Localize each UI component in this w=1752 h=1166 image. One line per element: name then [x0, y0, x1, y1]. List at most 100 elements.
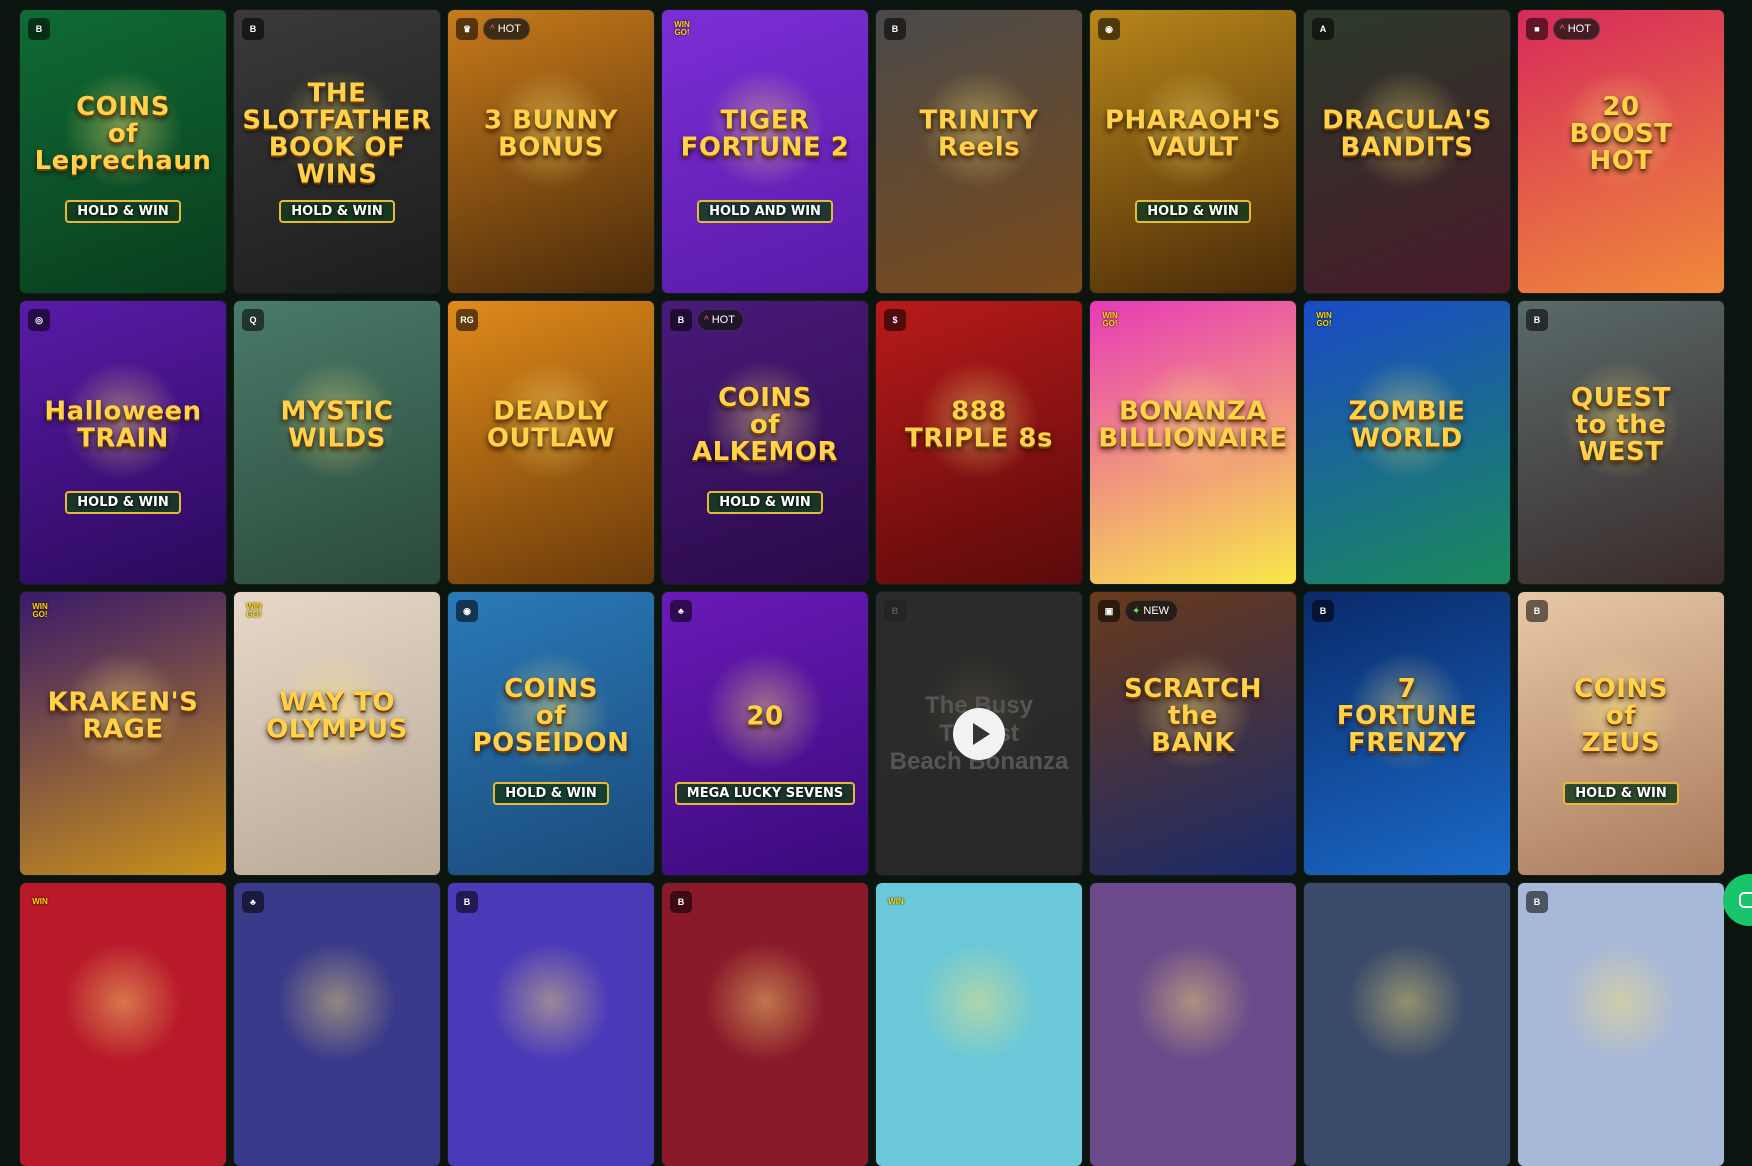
game-subtitle: HOLD & WIN: [448, 781, 654, 805]
tile-badges: ◉: [456, 600, 478, 622]
game-tile[interactable]: B 7 FORTUNE FRENZY: [1304, 592, 1510, 875]
game-artwork: [705, 941, 825, 1062]
game-tile[interactable]: ♣: [234, 883, 440, 1166]
game-artwork: [1347, 941, 1467, 1062]
provider-logo-icon: WIN: [32, 897, 48, 906]
game-tile[interactable]: WIN GO! WAY TO OLYMPUS: [234, 592, 440, 875]
game-title: DRACULA'S BANDITS: [1322, 105, 1492, 163]
tile-badges: WIN GO!: [242, 600, 266, 622]
tile-badges: WIN GO!: [670, 18, 694, 40]
game-title: TRINITY Reels: [919, 105, 1039, 163]
game-tile[interactable]: B ^ HOT COINS of ALKEMOR HOLD & WIN: [662, 301, 868, 584]
game-tile[interactable]: Q MYSTIC WILDS: [234, 301, 440, 584]
game-tile[interactable]: $888 TRIPLE 8s: [876, 301, 1082, 584]
tile-badges: ■ ^ HOT: [1526, 18, 1600, 40]
tile-badges: WIN: [884, 891, 908, 913]
game-tile[interactable]: B COINS of ZEUS HOLD & WIN: [1518, 592, 1724, 875]
game-tile[interactable]: WIN: [876, 883, 1082, 1166]
tile-badges: B: [456, 891, 478, 913]
game-tile[interactable]: WIN GO! ZOMBIE WORLD: [1304, 301, 1510, 584]
game-grid: B COINS of Leprechaun HOLD & WIN B THE SLOTF…: [20, 0, 1724, 1166]
game-tile[interactable]: WIN GO! KRAKEN'S RAGE: [20, 592, 226, 875]
tile-badges: B: [884, 18, 906, 40]
game-tile[interactable]: [1304, 883, 1510, 1166]
game-artwork: [277, 941, 397, 1062]
badge-label: NEW: [1143, 605, 1170, 617]
tile-badges: B: [884, 600, 906, 622]
play-button[interactable]: [953, 707, 1005, 760]
badge-label: HOT: [497, 23, 521, 35]
game-title: TIGER FORTUNE 2: [680, 105, 850, 163]
tile-badges: Q: [242, 309, 264, 331]
provider-logo-icon: Q: [242, 309, 264, 331]
game-tile[interactable]: [1090, 883, 1296, 1166]
provider-logo-icon: B: [670, 891, 692, 913]
tile-badges: B: [1526, 309, 1548, 331]
game-subtitle-label: HOLD & WIN: [65, 199, 181, 223]
game-tile[interactable]: B THE SLOTFATHER BOOK OF WINS HOLD & WIN: [234, 10, 440, 293]
game-tile[interactable]: B: [662, 883, 868, 1166]
game-tile[interactable]: B QUEST to the WEST: [1518, 301, 1724, 584]
game-subtitle: HOLD & WIN: [662, 490, 868, 514]
game-tile[interactable]: ◉ PHARAOH'S VAULT HOLD & WIN: [1090, 10, 1296, 293]
game-artwork: [1561, 941, 1681, 1062]
provider-logo-icon: ◉: [1098, 18, 1120, 40]
provider-logo-icon: WIN: [888, 897, 904, 906]
game-tile[interactable]: BThe Busy Tourist Beach Bonanza: [876, 592, 1082, 875]
game-title: 20: [746, 700, 784, 731]
game-title: 7 FORTUNE FRENZY: [1336, 673, 1478, 759]
provider-logo-icon: ◎: [28, 309, 50, 331]
game-title: COINS of ALKEMOR: [691, 382, 839, 468]
new-badge: ✦ NEW: [1125, 600, 1179, 622]
tile-badges: B: [1526, 891, 1548, 913]
provider-logo-icon: $: [884, 309, 906, 331]
game-tile[interactable]: ■ ^ HOT 20 BOOST HOT: [1518, 10, 1724, 293]
tile-badges: ▣ ✦ NEW: [1098, 600, 1179, 622]
game-tile[interactable]: WIN GO! BONANZA BILLIONAIRE: [1090, 301, 1296, 584]
flame-icon: ^: [704, 314, 709, 326]
game-tile[interactable]: B COINS of Leprechaun HOLD & WIN: [20, 10, 226, 293]
game-title: PHARAOH'S VAULT: [1104, 105, 1282, 163]
game-subtitle-label: HOLD & WIN: [1135, 199, 1251, 223]
sparkle-icon: ✦: [1132, 605, 1141, 617]
game-tile[interactable]: B: [448, 883, 654, 1166]
tile-badges: ◉: [1098, 18, 1120, 40]
game-tile[interactable]: ♣ 20 MEGA LUCKY SEVENS: [662, 592, 868, 875]
game-artwork: [919, 941, 1039, 1062]
tile-badges: RG: [456, 309, 478, 331]
game-tile[interactable]: ♛ ^ HOT 3 BUNNY BONUS: [448, 10, 654, 293]
game-subtitle: HOLD & WIN: [234, 199, 440, 223]
game-tile[interactable]: ◉ COINS of POSEIDON HOLD & WIN: [448, 592, 654, 875]
game-title: WAY TO OLYMPUS: [266, 687, 408, 745]
game-tile[interactable]: ◎ Halloween TRAIN HOLD & WIN: [20, 301, 226, 584]
game-tile[interactable]: A DRACULA'S BANDITS: [1304, 10, 1510, 293]
provider-logo-icon: B: [1526, 891, 1548, 913]
game-title: 3 BUNNY BONUS: [484, 105, 618, 163]
game-title: 888 TRIPLE 8s: [905, 396, 1053, 454]
tile-badges: WIN GO!: [1312, 309, 1336, 331]
game-subtitle-label: HOLD & WIN: [707, 490, 823, 514]
provider-logo-icon: ◉: [456, 600, 478, 622]
game-title: BONANZA BILLIONAIRE: [1098, 396, 1288, 454]
game-subtitle: HOLD & WIN: [20, 199, 226, 223]
game-tile[interactable]: B: [1518, 883, 1724, 1166]
game-tile[interactable]: B TRINITY Reels: [876, 10, 1082, 293]
chat-icon: [1739, 892, 1752, 908]
tile-badges: ♣: [242, 891, 264, 913]
provider-logo-icon: ♣: [242, 891, 264, 913]
game-subtitle-label: MEGA LUCKY SEVENS: [674, 781, 856, 805]
tile-badges: B: [1312, 600, 1334, 622]
game-tile[interactable]: WIN: [20, 883, 226, 1166]
provider-logo-icon: B: [884, 600, 906, 622]
provider-logo-icon: RG: [456, 309, 478, 331]
chat-button[interactable]: [1723, 874, 1752, 926]
provider-logo-icon: WIN GO!: [1316, 311, 1332, 328]
game-artwork: [1133, 941, 1253, 1062]
game-artwork: [63, 941, 183, 1062]
game-title: QUEST to the WEST: [1571, 382, 1671, 468]
game-tile[interactable]: RG DEADLY OUTLAW: [448, 301, 654, 584]
tile-badges: WIN GO!: [28, 600, 52, 622]
game-tile[interactable]: WIN GO! TIGER FORTUNE 2 HOLD AND WIN: [662, 10, 868, 293]
tile-badges: B: [670, 891, 692, 913]
game-tile[interactable]: ▣ ✦ NEW SCRATCH the BANK: [1090, 592, 1296, 875]
